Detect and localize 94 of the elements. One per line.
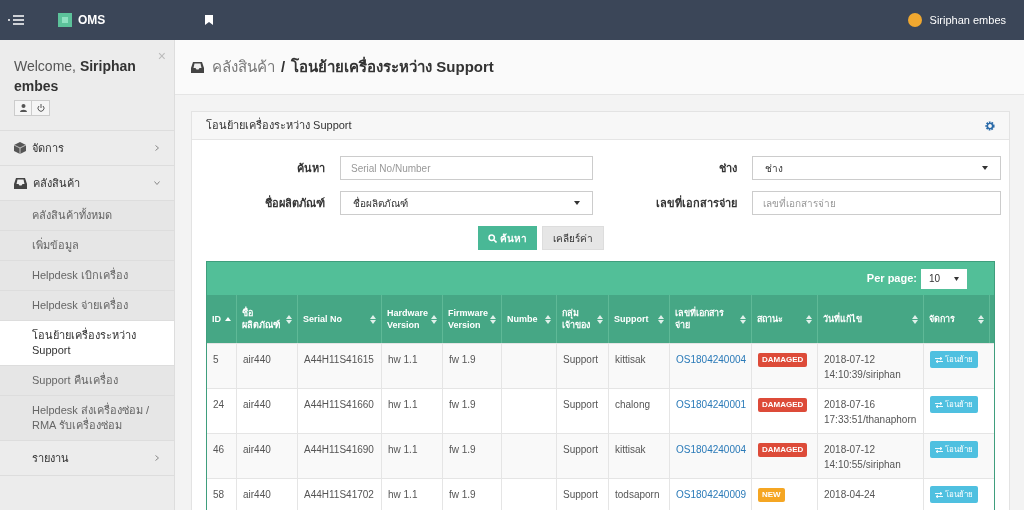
status-badge: NEW bbox=[758, 488, 785, 502]
table-cell: fw 1.9 bbox=[449, 354, 476, 365]
submenu-item[interactable]: Helpdesk เบิกเครื่อง bbox=[0, 261, 174, 291]
table-cell: chalong bbox=[615, 399, 651, 410]
dropdown-caret-icon bbox=[574, 201, 580, 205]
menu-toggle-icon[interactable] bbox=[8, 14, 26, 26]
table-cell: A44H11S41702 bbox=[304, 489, 374, 500]
table-cell: fw 1.9 bbox=[449, 444, 476, 455]
swap-icon bbox=[935, 356, 943, 363]
table-cell: kittisak bbox=[615, 444, 646, 455]
chevron-right-icon bbox=[154, 145, 160, 151]
settings-icon[interactable] bbox=[985, 120, 995, 131]
table-cell: kittisak bbox=[615, 354, 646, 365]
status-badge: DAMAGED bbox=[758, 443, 808, 457]
power-button[interactable] bbox=[32, 100, 50, 116]
table-cell-text: 2018-07-12 bbox=[824, 443, 877, 457]
per-page-label: Per page: bbox=[866, 271, 917, 287]
swap-icon bbox=[935, 491, 943, 498]
menu-item[interactable]: จัดการ bbox=[0, 131, 174, 166]
dropdown-caret-icon bbox=[982, 166, 988, 170]
table-cell: air440 bbox=[243, 354, 271, 365]
status-badge: DAMAGED bbox=[758, 353, 808, 367]
filter-label: ค้นหา bbox=[296, 160, 325, 176]
document-link[interactable]: OS1804240001 bbox=[676, 399, 747, 410]
document-link[interactable]: OS1804240004 bbox=[676, 444, 747, 455]
table-cell-text: 2018-04-24 bbox=[824, 488, 877, 502]
welcome-text: Welcome, Siriphan embes bbox=[14, 57, 137, 96]
submenu-item[interactable]: Helpdesk ส่งเครื่องซ่อม / RMA รับเครื่องซ่อม bbox=[0, 396, 174, 441]
table-cell: hw 1.1 bbox=[388, 489, 418, 500]
submenu-item[interactable]: เพิ่มข้อมูล bbox=[0, 231, 174, 261]
table-cell: hw 1.1 bbox=[388, 354, 418, 365]
table-cell-text: 2018-07-12 bbox=[824, 353, 877, 367]
bookmark-icon[interactable] bbox=[205, 15, 214, 25]
filter-label: เลขที่เอกสารจ่าย bbox=[654, 194, 737, 211]
submenu-item[interactable]: Helpdesk จ่ายเครื่อง bbox=[0, 291, 174, 321]
table-cell: hw 1.1 bbox=[388, 444, 418, 455]
cube-icon bbox=[14, 142, 26, 154]
page-title: โอนย้ายเครื่องระหว่าง Support bbox=[291, 55, 494, 77]
power-icon bbox=[36, 104, 45, 112]
table-cell: 24 bbox=[213, 399, 225, 410]
table-cell: air440 bbox=[243, 399, 271, 410]
table-cell: 5 bbox=[213, 354, 219, 365]
clear-button[interactable]: เคลียร์ค่า bbox=[541, 226, 604, 250]
table-cell: A44H11S41690 bbox=[304, 444, 374, 455]
table-cell: fw 1.9 bbox=[449, 489, 476, 500]
submenu-item[interactable]: Support คืนเครื่อง bbox=[0, 366, 174, 396]
filter-label: ชื่อผลิตภัณฑ์ bbox=[264, 194, 325, 211]
swap-icon bbox=[935, 446, 943, 453]
menu-item[interactable]: รายงาน bbox=[0, 441, 174, 476]
user-name[interactable]: Siriphan embes bbox=[929, 11, 1006, 29]
breadcrumb-separator: / bbox=[281, 56, 286, 77]
status-badge: DAMAGED bbox=[758, 398, 808, 412]
submenu-item[interactable]: คลังสินค้าทั้งหมด bbox=[0, 201, 174, 231]
table-cell-text: 17:33:51/thanaphorn bbox=[824, 413, 917, 427]
logo-icon bbox=[58, 13, 72, 27]
table-cell: Support bbox=[563, 489, 599, 500]
filter-select[interactable]: ชื่อผลิตภัณฑ์ bbox=[340, 191, 593, 215]
table-cell: Support bbox=[563, 444, 599, 455]
table-cell: A44H11S41660 bbox=[304, 399, 374, 410]
search-button[interactable]: ค้นหา bbox=[477, 226, 537, 250]
document-link[interactable]: OS1804240009 bbox=[676, 489, 747, 500]
table-cell: Support bbox=[563, 354, 599, 365]
avatar-icon bbox=[907, 13, 922, 27]
search-icon bbox=[487, 233, 497, 243]
table-cell-text: 14:10:39/siriphan bbox=[824, 368, 902, 382]
table-cell: 58 bbox=[213, 489, 225, 500]
breadcrumb-parent[interactable]: คลังสินค้า bbox=[212, 55, 275, 79]
inbox-icon bbox=[14, 177, 27, 189]
table-cell: todsaporn bbox=[615, 489, 660, 500]
chevron-down-icon bbox=[154, 180, 160, 186]
inbox-icon bbox=[191, 61, 204, 73]
submenu-item[interactable]: โอนย้ายเครื่องระหว่าง Support bbox=[0, 321, 174, 366]
dropdown-caret-icon bbox=[954, 276, 959, 281]
document-link[interactable]: OS1804240004 bbox=[676, 354, 747, 365]
table-cell: Support bbox=[563, 399, 599, 410]
table-cell: hw 1.1 bbox=[388, 399, 418, 410]
table-cell-text: 14:10:55/siriphan bbox=[824, 458, 902, 472]
profile-button[interactable] bbox=[14, 100, 32, 116]
filter-input[interactable]: เลขที่เอกสารจ่าย bbox=[751, 191, 1001, 215]
filter-label: ช่าง bbox=[717, 160, 737, 176]
swap-icon bbox=[935, 401, 943, 408]
table-cell: 46 bbox=[213, 444, 225, 455]
filter-input[interactable]: Serial No/Number bbox=[340, 156, 593, 180]
table-cell: A44H11S41615 bbox=[304, 354, 374, 365]
app-name: OMS bbox=[78, 12, 106, 29]
table-cell: air440 bbox=[243, 489, 271, 500]
table-cell: fw 1.9 bbox=[449, 399, 476, 410]
user-icon bbox=[19, 104, 27, 112]
chevron-right-icon bbox=[154, 455, 160, 461]
table-cell-text: 2018-07-16 bbox=[824, 398, 877, 412]
table-cell: air440 bbox=[243, 444, 271, 455]
per-page-select[interactable]: 10 bbox=[921, 268, 967, 289]
filter-select[interactable]: ช่าง bbox=[751, 156, 1001, 180]
panel-title: โอนย้ายเครื่องระหว่าง Support bbox=[206, 117, 352, 134]
